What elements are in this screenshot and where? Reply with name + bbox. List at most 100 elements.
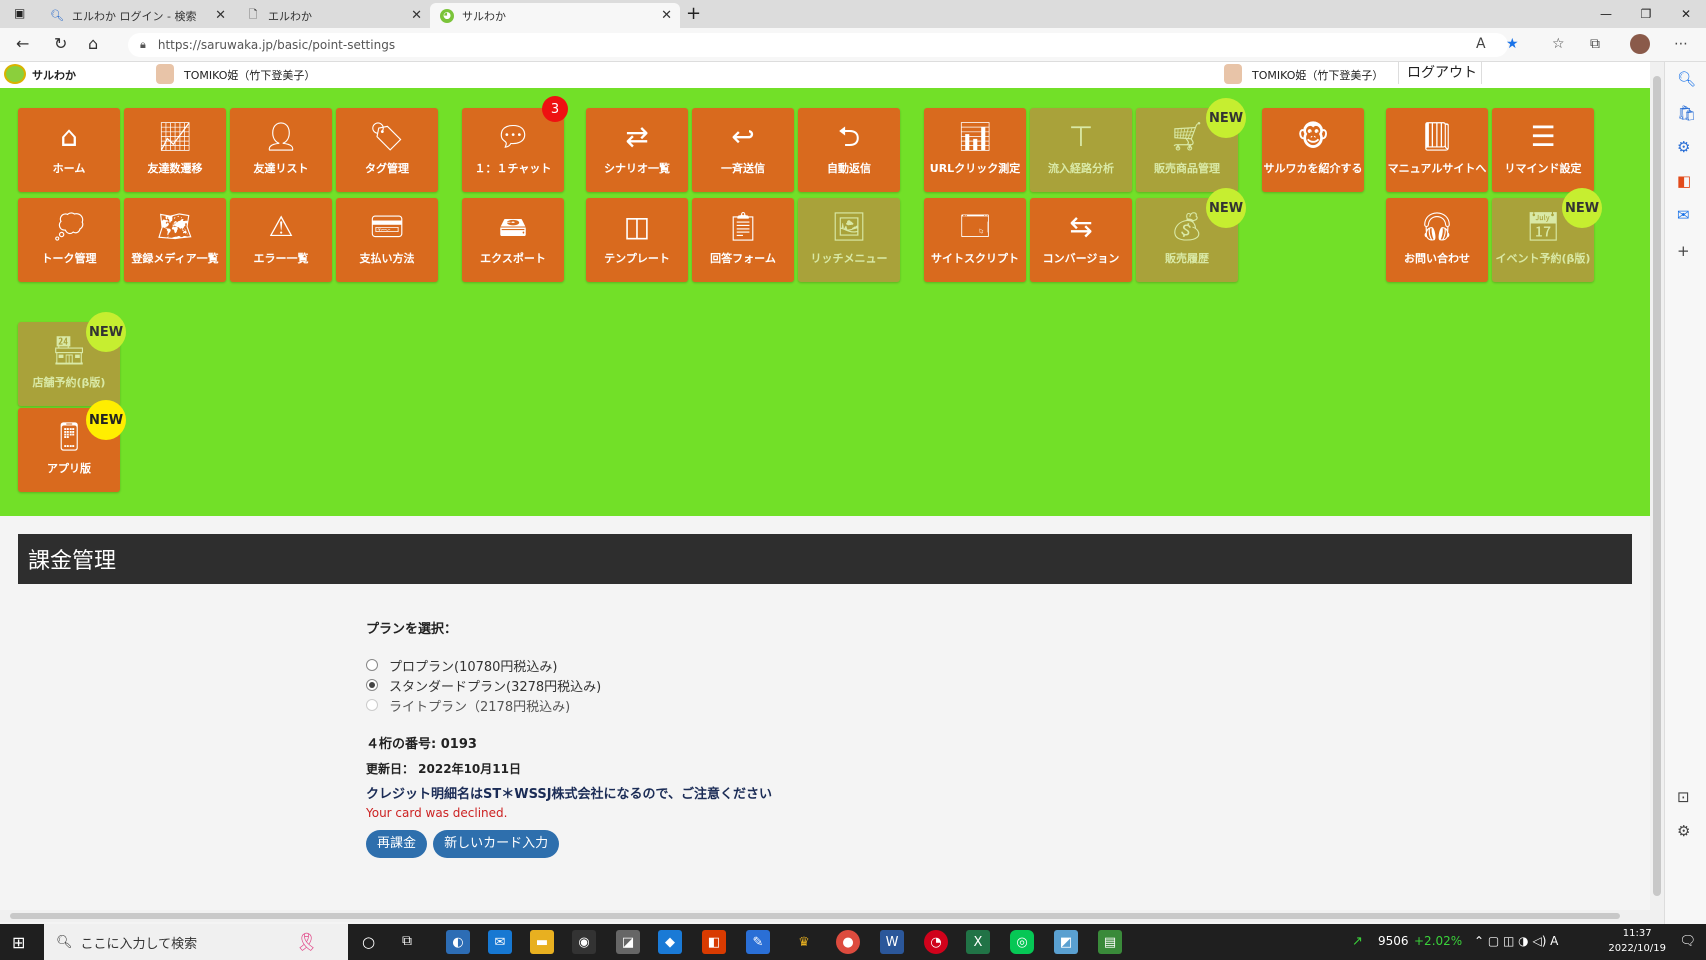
close-icon[interactable]: ✕ bbox=[411, 8, 422, 23]
search-icon[interactable]: 🔍︎ bbox=[1677, 70, 1696, 88]
settings-icon[interactable]: ⚙︎ bbox=[1677, 822, 1690, 840]
app-icon[interactable]: ◉ bbox=[572, 930, 596, 954]
menu-media[interactable]: 🗺︎ 登録メディア一覧 bbox=[124, 198, 226, 282]
vertical-scrollbar[interactable] bbox=[1650, 62, 1664, 924]
back-icon[interactable]: ← bbox=[16, 34, 29, 53]
scrollbar-thumb[interactable] bbox=[1653, 76, 1661, 896]
folder-icon[interactable]: ▬ bbox=[530, 930, 554, 954]
menu-template[interactable]: ◫ テンプレート bbox=[586, 198, 688, 282]
menu-rich-menu[interactable]: 🖼︎ リッチメニュー bbox=[798, 198, 900, 282]
tags-icon: 🏷︎ bbox=[369, 120, 405, 153]
new-tab-icon[interactable]: + bbox=[686, 3, 701, 24]
menu-remind[interactable]: ☰ リマインド設定 bbox=[1492, 108, 1594, 192]
tab-actions-icon[interactable]: ▣ bbox=[14, 6, 25, 20]
close-window-icon[interactable]: ✕ bbox=[1666, 0, 1706, 28]
office-icon[interactable]: ◧ bbox=[702, 930, 726, 954]
tools-icon[interactable]: ⚙︎ bbox=[1677, 138, 1690, 156]
radio-button[interactable] bbox=[366, 659, 378, 671]
refresh-icon[interactable]: ↻ bbox=[54, 34, 67, 53]
taskbar-search[interactable]: 🔍︎ ここに入力して検索 🎗︎ bbox=[44, 924, 348, 960]
tab-search[interactable]: 🔍︎ エルわか ログイン - 検索 ✕ bbox=[40, 3, 234, 28]
windows-start-icon[interactable]: ⊞ bbox=[12, 933, 25, 952]
line-icon[interactable]: ◎ bbox=[1010, 930, 1034, 954]
close-icon[interactable]: ✕ bbox=[215, 8, 226, 23]
menu-answer-form[interactable]: 📋︎ 回答フォーム bbox=[692, 198, 794, 282]
line-chart-icon: 📈︎ bbox=[157, 120, 193, 153]
page-title: 課金管理 bbox=[28, 549, 117, 574]
brand-logo-icon[interactable] bbox=[4, 64, 26, 84]
excel-icon[interactable]: X bbox=[966, 930, 990, 954]
app-icon[interactable]: ◪ bbox=[616, 930, 640, 954]
add-icon[interactable]: + bbox=[1677, 242, 1690, 260]
address-bar[interactable]: 🔒︎ https://saruwaka.jp/basic/point-setti… bbox=[128, 33, 1508, 57]
menu-conversion[interactable]: ⇆ コンバージョン bbox=[1030, 198, 1132, 282]
cortana-icon[interactable]: ○ bbox=[362, 933, 375, 951]
chrome-icon[interactable]: ● bbox=[836, 930, 860, 954]
app-icon[interactable]: ✎ bbox=[746, 930, 770, 954]
favorite-star-icon[interactable]: ★ bbox=[1506, 36, 1519, 52]
restore-icon[interactable]: ❐ bbox=[1626, 0, 1666, 28]
logout-button[interactable]: ログアウト bbox=[1398, 62, 1482, 84]
profile-avatar[interactable] bbox=[1630, 34, 1650, 54]
more-icon[interactable]: ⋯ bbox=[1674, 36, 1688, 52]
menu-broadcast[interactable]: ↩ 一斉送信 bbox=[692, 108, 794, 192]
tab-erwaka[interactable]: 🗋 エルわか ✕ bbox=[236, 3, 430, 28]
task-view-icon[interactable]: ⧉ bbox=[402, 933, 412, 949]
outlook-icon[interactable]: ✉︎ bbox=[1677, 206, 1690, 224]
menu-tags[interactable]: 🏷︎ タグ管理 bbox=[336, 108, 438, 192]
menu-contact[interactable]: 🎧︎ お問い合わせ bbox=[1386, 198, 1488, 282]
menu-auto-reply[interactable]: ⮌ 自動返信 bbox=[798, 108, 900, 192]
app-icon[interactable]: ▤ bbox=[1098, 930, 1122, 954]
home-icon[interactable]: ⌂ bbox=[88, 34, 98, 53]
favorites-icon[interactable]: ☆ bbox=[1552, 36, 1565, 52]
edge-icon[interactable]: ◐ bbox=[446, 930, 470, 954]
close-icon[interactable]: ✕ bbox=[661, 8, 672, 23]
menu-site-script[interactable]: 🗔︎ サイトスクリプト bbox=[924, 198, 1026, 282]
menu-scenario[interactable]: ⇄ シナリオ一覧 bbox=[586, 108, 688, 192]
user-name-left: TOMIKO姫（竹下登美子） bbox=[184, 69, 316, 82]
menu-friends-trend[interactable]: 📈︎ 友達数遷移 bbox=[124, 108, 226, 192]
mail-icon[interactable]: ✉︎ bbox=[488, 930, 512, 954]
menu-inflow[interactable]: ⊤ 流入経路分析 bbox=[1030, 108, 1132, 192]
map-icon: 🗺︎ bbox=[157, 210, 193, 243]
radio-pro-plan[interactable]: プロプラン(10780円税込み) bbox=[366, 655, 1266, 675]
read-aloud-icon[interactable]: A bbox=[1476, 36, 1486, 52]
stock-value[interactable]: 9506 bbox=[1378, 934, 1409, 948]
menu-talk[interactable]: 💭︎ トーク管理 bbox=[18, 198, 120, 282]
radio-standard-plan[interactable]: スタンダードプラン(3278円税込み) bbox=[366, 675, 1266, 695]
list-icon: ☰ bbox=[1530, 120, 1556, 153]
collections-icon[interactable]: ⧉ bbox=[1590, 36, 1600, 52]
crown-icon[interactable]: ♛ bbox=[792, 930, 816, 954]
split-screen-icon[interactable]: ⊡ bbox=[1677, 788, 1690, 806]
new-card-button[interactable]: 新しいカード入力 bbox=[433, 830, 560, 858]
image-icon: 🖼︎ bbox=[831, 210, 867, 243]
system-clock[interactable]: 11:37 2022/10/19 bbox=[1608, 926, 1666, 956]
recharge-button[interactable]: 再課金 bbox=[366, 830, 428, 858]
app-icon[interactable]: ◩ bbox=[1054, 930, 1078, 954]
notification-icon[interactable]: 🗨︎ bbox=[1679, 934, 1696, 949]
scrollbar-thumb[interactable] bbox=[10, 913, 1620, 919]
menu-errors[interactable]: ⚠︎ エラー一覧 bbox=[230, 198, 332, 282]
menu-url-click[interactable]: 📊︎ URLクリック測定 bbox=[924, 108, 1026, 192]
window-controls: — ❐ ✕ bbox=[1586, 0, 1706, 28]
menu-export[interactable]: 🖴︎ エクスポート bbox=[462, 198, 564, 282]
menu-payment[interactable]: 💳︎ 支払い方法 bbox=[336, 198, 438, 282]
office-icon[interactable]: ◧ bbox=[1677, 172, 1691, 190]
tab-saruwaka[interactable]: ◕ サルわか ✕ bbox=[430, 3, 680, 28]
word-icon[interactable]: W bbox=[880, 930, 904, 954]
app-icon[interactable]: ◆ bbox=[658, 930, 682, 954]
menu-introduce[interactable]: 🐵︎ サルワカを紹介する bbox=[1262, 108, 1364, 192]
menu-home[interactable]: ⌂ ホーム bbox=[18, 108, 120, 192]
radio-button-disabled[interactable] bbox=[366, 699, 378, 711]
radio-light-plan[interactable]: ライトプラン（2178円税込み) bbox=[366, 695, 1266, 715]
app-icon[interactable]: ◔ bbox=[924, 930, 948, 954]
menu-manual[interactable]: 📕︎ マニュアルサイトへ bbox=[1386, 108, 1488, 192]
menu-friends-list[interactable]: 👤︎ 友達リスト bbox=[230, 108, 332, 192]
horizontal-scrollbar[interactable] bbox=[0, 910, 1650, 922]
minimize-icon[interactable]: — bbox=[1586, 0, 1626, 28]
shopping-icon[interactable]: 🛍︎ bbox=[1677, 104, 1696, 122]
brand-name[interactable]: サルわか bbox=[32, 67, 76, 83]
tray-icons[interactable]: ⌃ ▢ ◫ ◑ ◁) A bbox=[1474, 934, 1558, 948]
browser-tab-bar: ▣ 🔍︎ エルわか ログイン - 検索 ✕ 🗋 エルわか ✕ ◕ サルわか ✕ … bbox=[0, 0, 1706, 28]
radio-button-selected[interactable] bbox=[366, 679, 378, 691]
